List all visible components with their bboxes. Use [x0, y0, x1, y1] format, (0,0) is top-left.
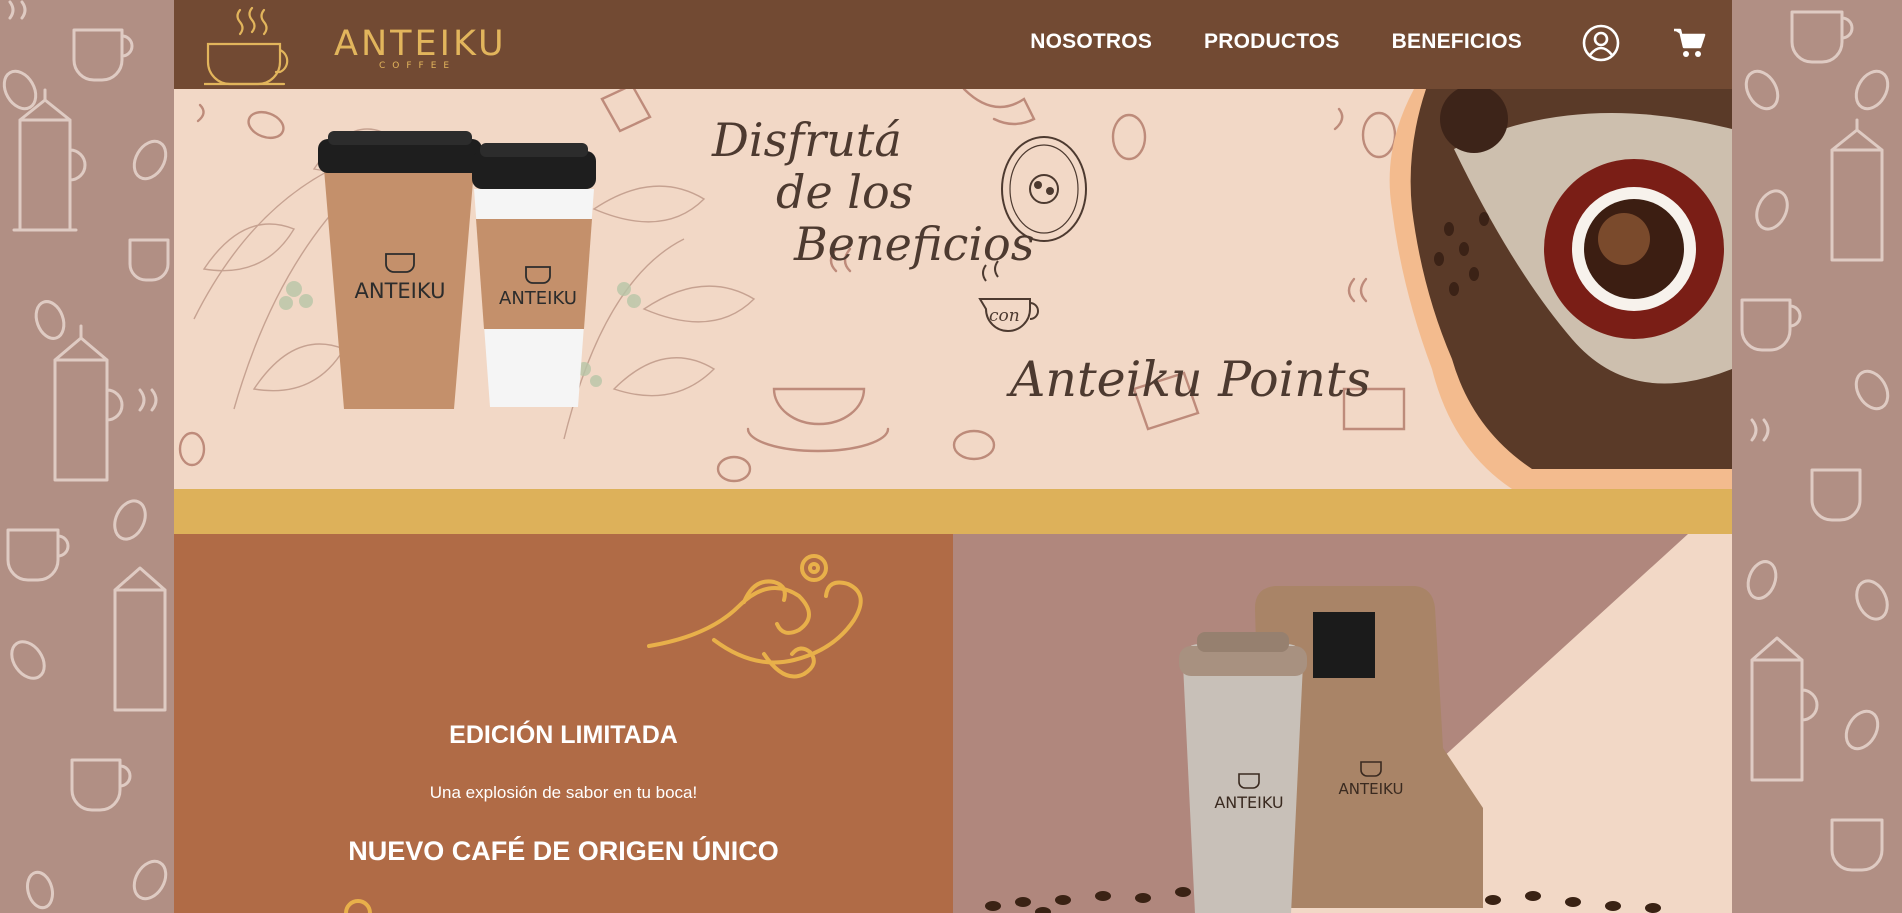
product-image: ANTEIKU ANTEIKU: [985, 534, 1732, 913]
hero-line-4: Anteiku Points: [1010, 351, 1371, 408]
hero-line-3: Beneficios: [794, 217, 1035, 271]
coffee-cup-logo-icon: [202, 6, 289, 86]
cup-brand-text: ANTEIKU: [355, 279, 446, 303]
nav-beneficios[interactable]: BENEFICIOS: [1392, 30, 1522, 54]
shopping-cart-icon[interactable]: [1672, 27, 1706, 64]
background-pattern-right: [1732, 0, 1902, 913]
gold-divider: [174, 489, 1732, 534]
hero-illustration: ANTEIKU ANTEIKU: [178, 89, 1732, 489]
promo-section: EDICIÓN LIMITADA Una explosión de sabor …: [174, 534, 953, 913]
background-pattern-left: [0, 0, 174, 913]
navbar: ANTEIKU COFFEE NOSOTROS PRODUCTOS BENEFI…: [174, 0, 1732, 89]
nav-nosotros[interactable]: NOSOTROS: [1030, 30, 1152, 54]
brand-tagline: COFFEE: [379, 61, 457, 71]
tumbler-brand-text: ANTEIKU: [1214, 793, 1283, 812]
product-showcase: ANTEIKU ANTEIKU: [953, 534, 1732, 913]
user-account-icon[interactable]: [1582, 24, 1620, 67]
promo-headline: NUEVO CAFÉ DE ORIGEN ÚNICO: [348, 836, 779, 866]
brand-name: ANTEIKU: [334, 24, 507, 64]
hero-line-1: Disfrutá: [712, 113, 902, 167]
nav-productos[interactable]: PRODUCTOS: [1204, 30, 1340, 54]
main-nav: NOSOTROS PRODUCTOS BENEFICIOS: [1030, 30, 1522, 54]
bag-brand-text: ANTEIKU: [1339, 780, 1404, 798]
cup-brand-text-2: ANTEIKU: [499, 288, 577, 309]
site-container: ANTEIKU COFFEE NOSOTROS PRODUCTOS BENEFI…: [174, 0, 1732, 913]
hero-line-2: de los: [776, 165, 914, 219]
promo-subtitle: Una explosión de sabor en tu boca!: [429, 783, 698, 802]
brand-logo[interactable]: ANTEIKU COFFEE: [202, 4, 504, 86]
promo-title: EDICIÓN LIMITADA: [449, 721, 678, 749]
hero-connector: con: [989, 306, 1020, 326]
hero-banner[interactable]: ANTEIKU ANTEIKU Disfrutá de los Benefici…: [174, 89, 1732, 489]
